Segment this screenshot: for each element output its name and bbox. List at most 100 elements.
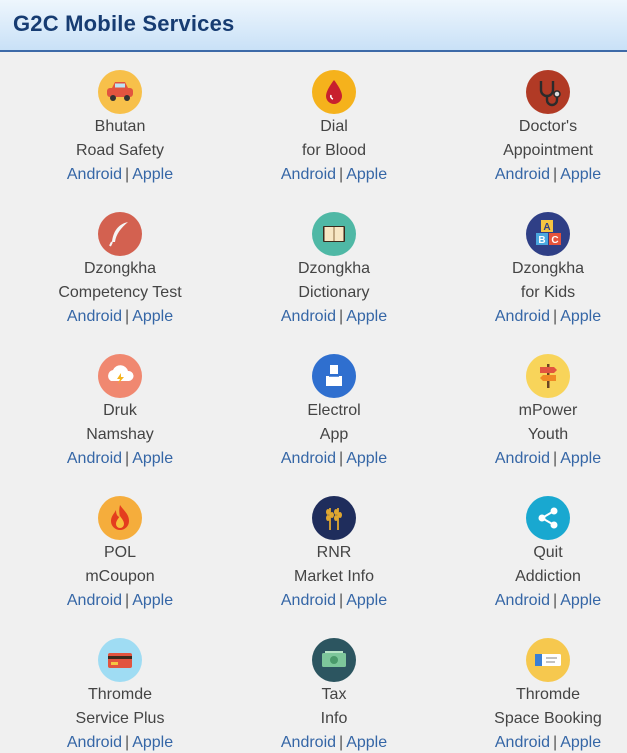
ballot-box-icon[interactable] <box>312 354 356 398</box>
cloud-lightning-icon[interactable] <box>98 354 142 398</box>
link-separator: | <box>125 450 130 467</box>
apple-link[interactable]: Apple <box>560 450 601 467</box>
android-link[interactable]: Android <box>281 308 336 325</box>
service-name-line1: Dial <box>320 118 348 135</box>
service-name-line2: App <box>319 426 349 443</box>
service-name-line1: Bhutan <box>94 118 146 135</box>
service-name-line2: Competency Test <box>58 284 182 301</box>
service-name-line1: Doctor's <box>518 118 578 135</box>
link-separator: | <box>339 592 344 609</box>
blood-drop-icon[interactable] <box>312 70 356 114</box>
link-separator: | <box>339 308 344 325</box>
store-links: Android | Apple <box>239 449 429 469</box>
android-link[interactable]: Android <box>495 592 550 609</box>
link-separator: | <box>553 450 558 467</box>
store-links: Android | Apple <box>453 591 627 611</box>
wheat-icon[interactable] <box>312 496 356 540</box>
link-separator: | <box>553 166 558 183</box>
apple-link[interactable]: Apple <box>346 592 387 609</box>
android-link[interactable]: Android <box>281 592 336 609</box>
link-separator: | <box>553 308 558 325</box>
share-icon[interactable] <box>526 496 570 540</box>
car-icon[interactable] <box>98 70 142 114</box>
service-name-line2: Appointment <box>503 142 593 159</box>
stethoscope-icon[interactable] <box>526 70 570 114</box>
service-name-line1: Thromde <box>515 686 581 703</box>
android-link[interactable]: Android <box>281 166 336 183</box>
link-separator: | <box>339 734 344 751</box>
service-name-line2: Namshay <box>86 426 154 443</box>
book-icon[interactable] <box>312 212 356 256</box>
android-link[interactable]: Android <box>67 450 122 467</box>
service-name-line2: Space Booking <box>494 710 602 727</box>
android-link[interactable]: Android <box>67 166 122 183</box>
abc-blocks-icon[interactable]: ABC <box>526 212 570 256</box>
apple-link[interactable]: Apple <box>132 308 173 325</box>
apple-link[interactable]: Apple <box>560 734 601 751</box>
page-title: G2C Mobile Services <box>13 11 235 36</box>
android-link[interactable]: Android <box>281 734 336 751</box>
apple-link[interactable]: Apple <box>132 592 173 609</box>
android-link[interactable]: Android <box>67 592 122 609</box>
store-links: Android | Apple <box>25 591 215 611</box>
service-name-line1: Electrol <box>307 402 361 419</box>
service-name-line2: Addiction <box>515 568 581 585</box>
android-link[interactable]: Android <box>495 450 550 467</box>
link-separator: | <box>339 166 344 183</box>
store-links: Android | Apple <box>25 449 215 469</box>
service-name-line1: mPower <box>518 402 578 419</box>
service-name-line2: for Kids <box>520 284 576 301</box>
service-name-line1: Dzongkha <box>83 260 157 277</box>
store-links: Android | Apple <box>25 733 215 753</box>
store-links: Android | Apple <box>453 733 627 753</box>
service-name-line2: Info <box>320 710 348 727</box>
store-links: Android | Apple <box>239 591 429 611</box>
store-links: Android | Apple <box>239 307 429 327</box>
service-name-line2: Market Info <box>293 568 375 585</box>
credit-card-icon[interactable] <box>98 638 142 682</box>
service-name-line2: Youth <box>527 426 569 443</box>
money-icon[interactable] <box>312 638 356 682</box>
link-separator: | <box>339 450 344 467</box>
android-link[interactable]: Android <box>495 166 550 183</box>
store-links: Android | Apple <box>25 165 215 185</box>
service-name-line1: Tax <box>321 686 347 703</box>
apple-link[interactable]: Apple <box>560 592 601 609</box>
apple-link[interactable]: Apple <box>560 308 601 325</box>
service-name-line2: Road Safety <box>75 142 165 159</box>
apple-link[interactable]: Apple <box>346 308 387 325</box>
android-link[interactable]: Android <box>67 308 122 325</box>
link-separator: | <box>125 308 130 325</box>
store-links: Android | Apple <box>239 733 429 753</box>
service-name-line2: Service Plus <box>75 710 165 727</box>
android-link[interactable]: Android <box>495 308 550 325</box>
apple-link[interactable]: Apple <box>132 166 173 183</box>
android-link[interactable]: Android <box>281 450 336 467</box>
signpost-icon[interactable] <box>526 354 570 398</box>
android-link[interactable]: Android <box>495 734 550 751</box>
service-name-line1: Thromde <box>87 686 153 703</box>
android-link[interactable]: Android <box>67 734 122 751</box>
service-name-line1: RNR <box>316 544 352 561</box>
apple-link[interactable]: Apple <box>346 166 387 183</box>
apple-link[interactable]: Apple <box>346 450 387 467</box>
store-links: Android | Apple <box>453 165 627 185</box>
link-separator: | <box>553 734 558 751</box>
service-name-line1: Quit <box>533 544 563 561</box>
apple-link[interactable]: Apple <box>132 734 173 751</box>
flame-icon[interactable] <box>98 496 142 540</box>
apple-link[interactable]: Apple <box>132 450 173 467</box>
apple-link[interactable]: Apple <box>560 166 601 183</box>
link-separator: | <box>125 592 130 609</box>
service-name-line1: POL <box>103 544 136 561</box>
section-header: G2C Mobile Services <box>0 0 627 52</box>
svg-text:C: C <box>551 235 558 246</box>
ticket-icon[interactable] <box>526 638 570 682</box>
store-links: Android | Apple <box>25 307 215 327</box>
link-separator: | <box>125 734 130 751</box>
apple-link[interactable]: Apple <box>346 734 387 751</box>
service-name-line2: mCoupon <box>85 568 155 585</box>
quill-icon[interactable] <box>98 212 142 256</box>
svg-text:B: B <box>538 235 545 246</box>
service-name-line1: Dzongkha <box>297 260 371 277</box>
